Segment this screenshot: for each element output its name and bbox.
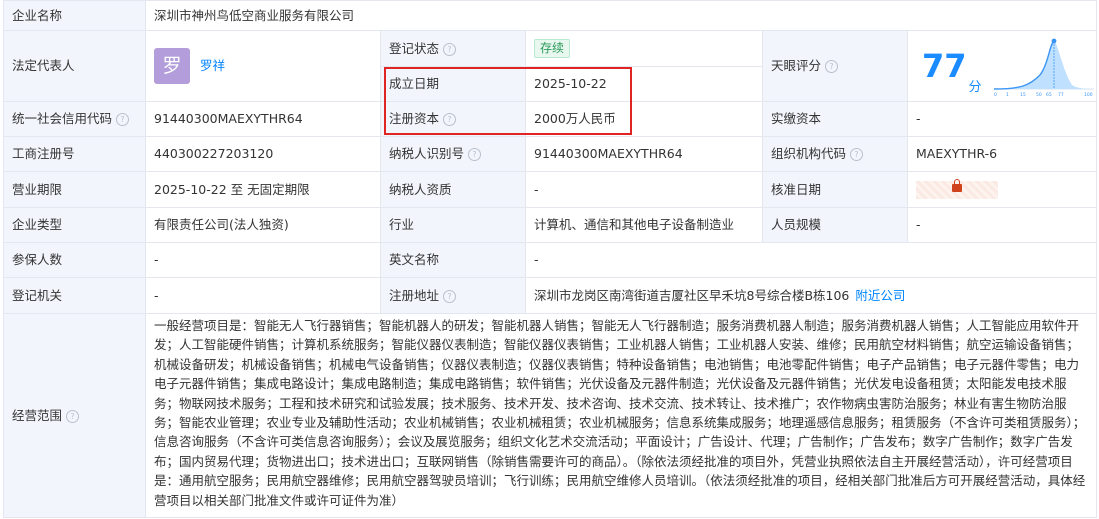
question-icon[interactable]: ? <box>468 148 482 161</box>
lock-icon <box>952 178 962 192</box>
axis-tick: 77 <box>1058 92 1064 97</box>
question-icon[interactable]: ? <box>443 289 457 303</box>
question-icon[interactable]: ? <box>443 42 457 56</box>
reg-no-label: 工商注册号 <box>3 136 146 172</box>
tianyan-label-cell: 天眼评分? <box>762 30 908 102</box>
address-value: 深圳市龙岗区南湾街道吉厦社区早禾坑8号综合楼B栋106 <box>534 287 850 303</box>
approval-date-cell <box>906 171 1098 208</box>
insured-value: - <box>145 242 381 278</box>
company-type-label: 企业类型 <box>3 207 146 243</box>
vip-locked-value[interactable] <box>916 178 998 199</box>
company-name-value: 深圳市神州鸟低空商业服务有限公司 <box>144 0 1098 31</box>
tianyan-score[interactable]: 77 <box>922 47 967 85</box>
term-value: 2025-10-22 至 无固定期限 <box>145 171 381 208</box>
tianyan-score-unit: 分 <box>968 80 982 95</box>
score-distribution-chart: 0 1 15 50 65 77 100 <box>993 38 1094 98</box>
legal-rep-name-link[interactable]: 罗祥 <box>200 58 225 73</box>
taxpayer-id-label-cell: 纳税人识别号? <box>380 136 526 172</box>
industry-label: 行业 <box>380 207 526 243</box>
axis-tick: 15 <box>1020 92 1026 97</box>
company-info-table: 企业名称 深圳市神州鸟低空商业服务有限公司 法定代表人 罗 罗祥 登记状态? 存… <box>3 0 1098 518</box>
scope-value: 一般经营项目是：智能无人飞行器销售；智能机器人的研发；智能机器人销售；智能无人飞… <box>144 313 1098 518</box>
axis-tick: 1 <box>1006 92 1009 97</box>
scope-label: 经营范围 <box>12 407 63 423</box>
english-name-label: 英文名称 <box>380 242 526 278</box>
status-label: 登记状态 <box>389 40 440 56</box>
staff-size-label: 人员规模 <box>762 207 908 243</box>
industry-value: 计算机、通信和其他电子设备制造业 <box>525 207 763 243</box>
authority-label: 登记机关 <box>3 277 146 314</box>
status-label-cell: 登记状态? <box>380 30 526 67</box>
founded-value: 2025-10-22 <box>525 66 763 102</box>
term-label: 营业期限 <box>3 171 146 208</box>
tianyan-label: 天眼评分 <box>771 58 822 73</box>
axis-tick: 65 <box>1046 92 1052 97</box>
taxpayer-qual-label: 纳税人资质 <box>380 171 526 208</box>
company-type-value: 有限责任公司(法人独资) <box>145 207 381 243</box>
org-code-value: MAEXYTHR-6 <box>906 136 1098 172</box>
credit-code-label-cell: 统一社会信用代码? <box>3 101 146 137</box>
address-cell: 深圳市龙岗区南湾街道吉厦社区早禾坑8号综合楼B栋106 附近公司 <box>524 277 1098 314</box>
taxpayer-qual-value: - <box>525 171 763 208</box>
registered-capital-label: 注册资本 <box>389 111 440 126</box>
taxpayer-id-label: 纳税人识别号 <box>389 146 465 161</box>
question-icon[interactable]: ? <box>825 60 839 73</box>
address-label: 注册地址 <box>389 287 440 303</box>
registered-capital-value: 2000万人民币 <box>525 101 763 137</box>
question-icon[interactable]: ? <box>116 113 130 126</box>
status-badge: 存续 <box>534 39 571 58</box>
status-cell: 存续 <box>525 30 763 67</box>
english-name-value: - <box>524 242 1098 278</box>
approval-date-label: 核准日期 <box>762 171 908 208</box>
nearby-companies-link[interactable]: 附近公司 <box>855 288 905 303</box>
axis-tick: 0 <box>994 92 997 97</box>
avatar[interactable]: 罗 <box>154 48 190 84</box>
axis-tick: 100 <box>1084 92 1093 97</box>
org-code-label: 组织机构代码 <box>771 146 847 161</box>
question-icon[interactable]: ? <box>66 409 80 423</box>
credit-code-label: 统一社会信用代码 <box>12 111 113 126</box>
axis-tick: 50 <box>1036 92 1042 97</box>
question-icon[interactable]: ? <box>850 148 864 161</box>
registered-capital-label-cell: 注册资本? <box>380 101 526 137</box>
credit-code-value: 91440300MAEXYTHR64 <box>145 101 381 137</box>
taxpayer-id-value: 91440300MAEXYTHR64 <box>525 136 763 172</box>
org-code-label-cell: 组织机构代码? <box>762 136 908 172</box>
paid-capital-label: 实缴资本 <box>762 101 908 137</box>
scope-label-cell: 经营范围? <box>3 313 146 518</box>
staff-size-value: - <box>906 207 1098 243</box>
founded-label: 成立日期 <box>380 66 526 102</box>
legal-rep-label: 法定代表人 <box>3 30 146 102</box>
reg-no-value: 440300227203120 <box>145 136 381 172</box>
legal-rep-cell: 罗 罗祥 <box>145 30 381 102</box>
paid-capital-value: - <box>906 101 1098 137</box>
company-name-label: 企业名称 <box>3 0 146 31</box>
address-label-cell: 注册地址? <box>380 277 526 314</box>
tianyan-score-cell[interactable]: 77分 0 1 15 50 65 77 100 <box>906 30 1098 102</box>
insured-label: 参保人数 <box>3 242 146 278</box>
authority-value: - <box>145 277 381 314</box>
question-icon[interactable]: ? <box>443 113 457 126</box>
